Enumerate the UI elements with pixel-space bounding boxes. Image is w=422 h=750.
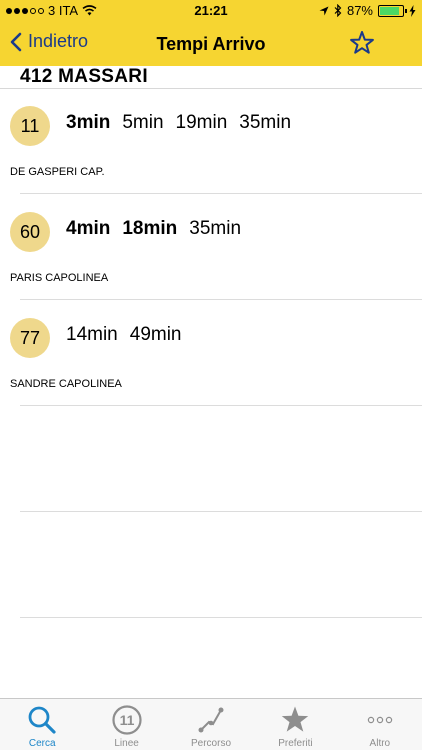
charging-bolt-icon [409, 4, 416, 17]
tab-percorso[interactable]: Percorso [169, 699, 253, 750]
tab-label: Percorso [191, 738, 232, 749]
line-number: 77 [19, 327, 41, 348]
line-badge: 11 [10, 106, 50, 146]
stop-name: 412 MASSARI [20, 66, 148, 87]
battery-percent: 87% [346, 3, 373, 18]
tab-cerca[interactable]: Cerca [0, 699, 84, 750]
tab-preferiti[interactable]: Preferiti [253, 699, 337, 750]
line-badge: 60 [10, 212, 50, 252]
arrival-row[interactable]: 11 3min 5min 19min 35min DE GASPERI CAP. [0, 88, 422, 194]
arrival-row[interactable]: 77 14min 49min SANDRE CAPOLINEA [0, 300, 422, 406]
battery-icon [378, 4, 407, 17]
arrival-time: 35min [189, 218, 242, 239]
line-number-icon: 11 [110, 703, 144, 737]
tab-label: Cerca [28, 738, 56, 749]
row-divider [20, 405, 422, 406]
empty-row-divider [20, 617, 422, 618]
arrival-times: 3min 5min 19min 35min [66, 112, 291, 134]
status-bar: 3 ITA 21:21 87% [0, 0, 422, 22]
search-icon [25, 703, 59, 737]
battery-level [380, 6, 400, 15]
arrival-time: 4min [66, 218, 111, 239]
route-icon [194, 703, 228, 737]
star-outline-icon [350, 31, 374, 54]
line-badge: 77 [10, 318, 50, 358]
bluetooth-icon [334, 4, 342, 17]
arrival-time: 18min [122, 218, 178, 239]
arrival-row[interactable]: 60 4min 18min 35min PARIS CAPOLINEA [0, 194, 422, 300]
tab-linee[interactable]: 11 Linee [84, 699, 168, 750]
tab-bar: Cerca 11 Linee Percorso Preferiti Altro [0, 698, 422, 750]
favorite-button[interactable] [348, 29, 376, 57]
arrival-time: 19min [175, 112, 228, 133]
arrival-time: 5min [122, 112, 164, 133]
star-icon [278, 703, 312, 737]
line-number: 60 [19, 221, 41, 242]
arrival-time: 14min [66, 324, 118, 345]
location-arrow-icon [319, 6, 329, 15]
arrival-times: 14min 49min [66, 324, 182, 346]
tab-altro[interactable]: Altro [338, 699, 422, 750]
tab-label: Preferiti [278, 738, 313, 749]
destination-label: PARIS CAPOLINEA [10, 272, 109, 284]
more-icon [363, 703, 397, 737]
line-number: 11 [20, 115, 40, 136]
line-icon-number: 11 [119, 712, 134, 728]
empty-row-divider [20, 511, 422, 512]
arrival-time: 49min [129, 324, 182, 345]
nav-bar: Indietro Tempi Arrivo [0, 22, 422, 66]
arrival-time: 3min [66, 112, 111, 133]
arrival-time: 35min [239, 112, 292, 133]
arrival-times: 4min 18min 35min [66, 218, 241, 240]
destination-label: SANDRE CAPOLINEA [10, 378, 122, 390]
status-right: 87% [319, 3, 416, 18]
tab-label: Linee [114, 738, 139, 749]
tab-label: Altro [369, 738, 391, 749]
destination-label: DE GASPERI CAP. [10, 166, 105, 178]
